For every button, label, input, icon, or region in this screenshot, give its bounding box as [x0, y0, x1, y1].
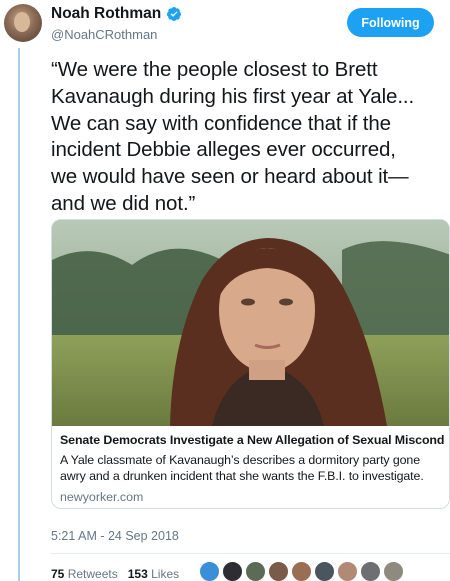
- liker-avatar[interactable]: [383, 561, 405, 581]
- avatar-face: [14, 12, 30, 32]
- liker-avatar[interactable]: [337, 561, 359, 581]
- card-image: [52, 220, 449, 426]
- author-avatar[interactable]: [4, 4, 42, 42]
- liker-avatar[interactable]: [360, 561, 382, 581]
- card-description: A Yale classmate of Kavanaugh’s describe…: [60, 453, 424, 483]
- author-display-name[interactable]: Noah Rothman: [51, 5, 161, 23]
- liker-avatar[interactable]: [199, 561, 221, 581]
- likes-label: Likes: [151, 566, 180, 581]
- link-card[interactable]: Senate Democrats Investigate a New Alleg…: [51, 219, 450, 509]
- liker-avatar[interactable]: [291, 561, 313, 581]
- retweets-stat[interactable]: 75 Retweets: [51, 567, 118, 581]
- card-title[interactable]: Senate Democrats Investigate a New Alleg…: [60, 433, 445, 447]
- stats-divider: [51, 553, 450, 554]
- liker-avatar[interactable]: [222, 561, 244, 581]
- likes-count: 153: [127, 566, 148, 581]
- name-row: Noah Rothman: [51, 5, 182, 23]
- card-domain: newyorker.com: [60, 490, 144, 504]
- author-info: Noah Rothman @NoahCRothman: [51, 5, 182, 42]
- likes-stat[interactable]: 153 Likes: [128, 567, 179, 581]
- thread-line: [18, 48, 20, 581]
- tweet-text: “We were the people closest to Brett Kav…: [51, 58, 415, 215]
- verified-badge-icon: [166, 6, 182, 22]
- tweet-timestamp[interactable]: 5:21 AM - 24 Sep 2018: [51, 529, 179, 543]
- card-text-block: Senate Democrats Investigate a New Alleg…: [60, 433, 445, 504]
- liker-avatar[interactable]: [268, 561, 290, 581]
- liker-avatar[interactable]: [245, 561, 267, 581]
- retweets-label: Retweets: [67, 566, 118, 581]
- tweet-stats: 75 Retweets 153 Likes: [51, 561, 405, 581]
- liker-avatar[interactable]: [314, 561, 336, 581]
- retweets-count: 75: [51, 566, 65, 581]
- liker-avatars: [199, 561, 405, 581]
- following-button[interactable]: Following: [347, 8, 434, 37]
- author-handle[interactable]: @NoahCRothman: [51, 27, 182, 42]
